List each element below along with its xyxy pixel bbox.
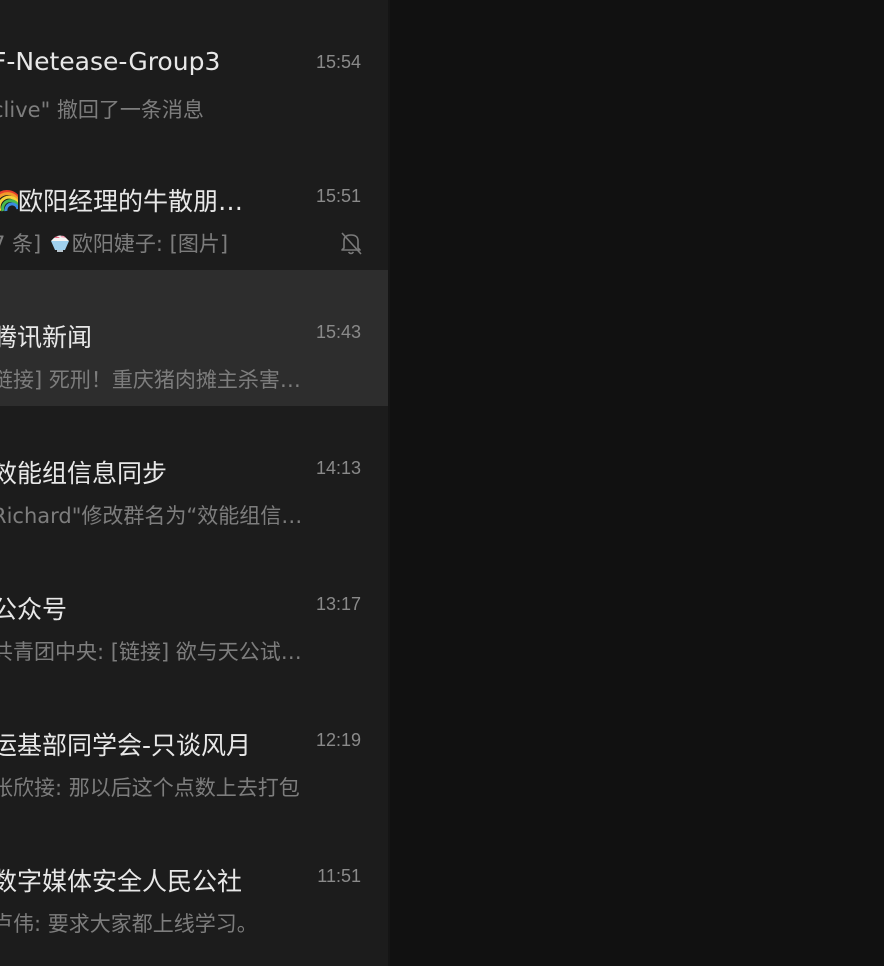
chat-title: 腾讯新闻 — [0, 323, 93, 352]
chat-title: 运基部同学会-只谈风月 — [0, 731, 252, 760]
chat-time: 11:51 — [317, 866, 361, 886]
chat-preview: 共青团中央: [链接] 欲与天公试… — [0, 640, 302, 664]
chat-item-tencent-news[interactable]: 腾讯新闻 链接] 死刑！重庆猪肉摊主杀害… 15:43 — [0, 270, 388, 406]
chat-preview: Richard"修改群名为“效能组信… — [0, 504, 303, 528]
chat-item-official-accounts[interactable]: 公众号 共青团中央: [链接] 欲与天公试… 13:17 — [0, 542, 388, 678]
chat-preview: 卢伟: 要求大家都上线学习。 — [0, 912, 258, 936]
chat-item-digital-media-security[interactable]: 数字媒体安全人民公社 卢伟: 要求大家都上线学习。 11:51 — [0, 814, 388, 950]
chat-title: 欧阳经理的牛散朋… — [0, 182, 243, 218]
chat-time: 13:17 — [315, 594, 361, 614]
chat-time: 14:13 — [315, 458, 361, 478]
chat-item-alumni-group[interactable]: 运基部同学会-只谈风月 张欣接: 那以后这个点数上去打包 12:19 — [0, 678, 388, 814]
chat-preview: clive" 撤回了一条消息 — [0, 98, 204, 122]
chat-preview: 链接] 死刑！重庆猪肉摊主杀害… — [0, 368, 301, 392]
chat-time: 15:43 — [315, 322, 361, 342]
chat-title-text: 欧阳经理的牛散朋… — [18, 187, 244, 216]
chat-time: 15:54 — [315, 52, 361, 72]
conversation-pane — [390, 0, 884, 966]
chat-time: 15:51 — [315, 186, 361, 206]
chat-item-f-netease-group3[interactable]: F-Netease-Group3 clive" 撤回了一条消息 15:54 — [0, 0, 388, 134]
chat-preview: 7 条] 欧阳婕子: [图片] — [0, 228, 228, 258]
chat-time: 12:19 — [315, 730, 361, 750]
preview-text: 欧阳婕子: [图片] — [71, 232, 229, 256]
rainbow-emoji-icon — [0, 190, 18, 212]
unread-count-text: 7 条] — [0, 232, 42, 256]
chat-list[interactable]: F-Netease-Group3 clive" 撤回了一条消息 15:54 欧阳… — [0, 0, 390, 966]
chat-title: 数字媒体安全人民公社 — [0, 867, 243, 896]
shaved-ice-emoji-icon — [50, 235, 69, 252]
chat-preview: 张欣接: 那以后这个点数上去打包 — [0, 776, 300, 800]
chat-title: 公众号 — [0, 595, 68, 624]
chat-item-ouyang-group[interactable]: 欧阳经理的牛散朋… 7 条] 欧阳婕子: [图片] 15:51 — [0, 134, 388, 270]
wechat-window: F-Netease-Group3 clive" 撤回了一条消息 15:54 欧阳… — [0, 0, 884, 966]
chat-title: F-Netease-Group3 — [0, 47, 221, 76]
chat-item-efficiency-group[interactable]: 效能组信息同步 Richard"修改群名为“效能组信… 14:13 — [0, 406, 388, 542]
mute-bell-icon — [341, 232, 362, 255]
chat-title: 效能组信息同步 — [0, 459, 168, 488]
